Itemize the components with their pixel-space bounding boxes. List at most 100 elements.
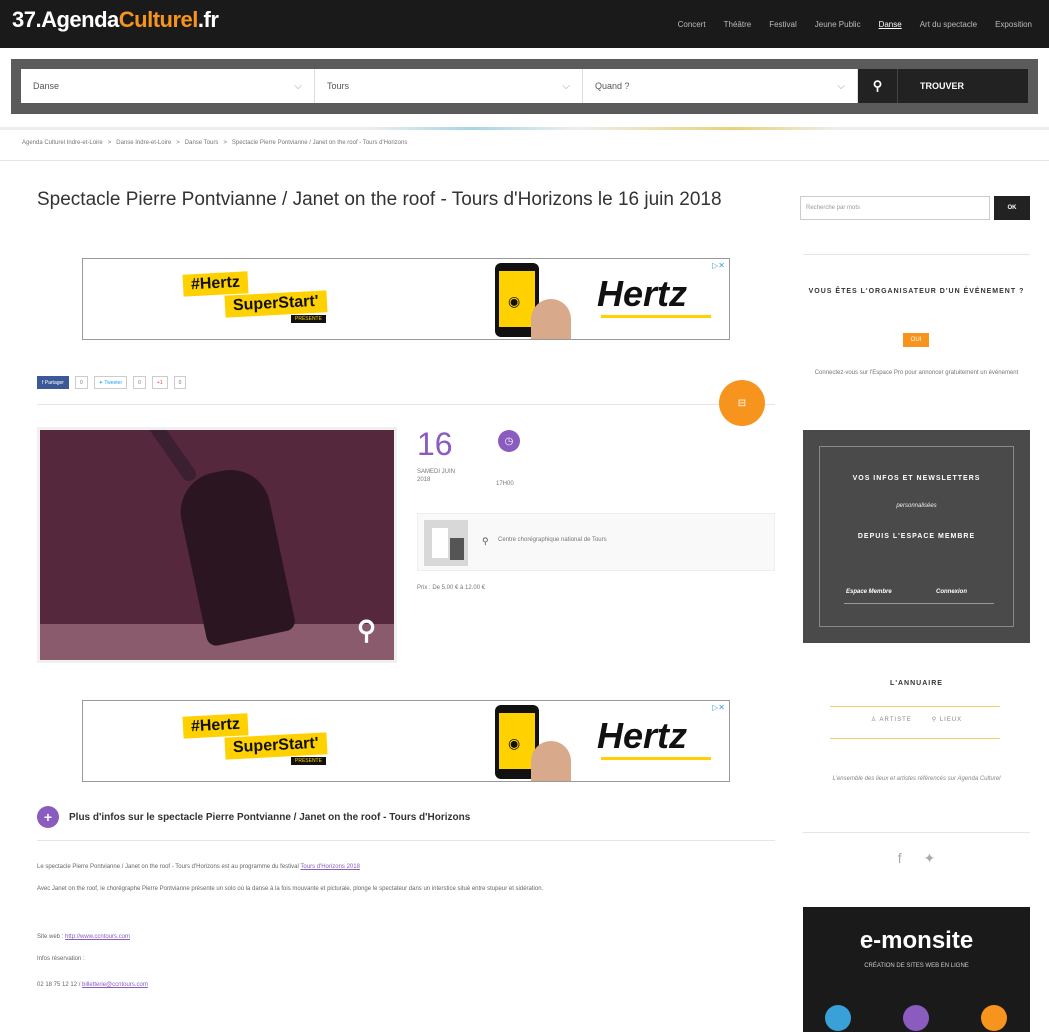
venues-link[interactable]: ⚲ LIEUX xyxy=(932,716,962,723)
divider xyxy=(0,160,1049,161)
divider xyxy=(830,738,1000,739)
emonsite-logo: e-monsite xyxy=(859,927,974,954)
reservation-label: Infos réservation : xyxy=(37,956,85,962)
page-title: Spectacle Pierre Pontvianne / Janet on t… xyxy=(37,189,722,210)
event-photo[interactable]: ⚲ xyxy=(37,427,397,663)
gplus-share-button[interactable]: +1 xyxy=(151,376,168,389)
ad-tag: PRÉSENTE xyxy=(291,757,326,765)
ad-brand: Hertz xyxy=(597,715,688,756)
event-price: Prix : De 5.00 € à 12.00 € xyxy=(417,585,486,591)
breadcrumb-item[interactable]: Danse Tours xyxy=(185,140,219,146)
venue-card[interactable]: ⚲ Centre chorégraphique national de Tour… xyxy=(417,513,775,571)
wifi-icon: ◉ xyxy=(508,293,521,309)
search-form: Danse ⌵ Tours ⌵ Quand ? ⌵ ⚲ TROUVER xyxy=(11,59,1038,114)
emonsite-ad[interactable]: e-monsite CRÉATION DE SITES WEB EN LIGNE xyxy=(803,907,1030,1032)
directory-text: L'ensemble des lieux et artistes référen… xyxy=(832,776,1001,782)
ad-banner-top[interactable]: #Hertz SuperStart' PRÉSENTE ◉ Hertz ▷✕ xyxy=(82,258,730,340)
emonsite-icon xyxy=(903,1005,929,1031)
find-button-label: TROUVER xyxy=(920,81,965,91)
category-value: Danse xyxy=(33,81,60,91)
breadcrumb-current: Spectacle Pierre Pontvianne / Janet on t… xyxy=(231,140,408,146)
sidebar-search-button[interactable]: OK xyxy=(994,196,1030,220)
twitter-share-button[interactable]: ✦ Tweeter xyxy=(93,376,128,389)
reservation-email-link[interactable]: billetterie@ccntours.com xyxy=(82,982,148,988)
facebook-count: 0 xyxy=(74,376,88,389)
login-link[interactable]: Connexion xyxy=(936,589,967,595)
divider xyxy=(803,832,1030,833)
event-time: 17H00 xyxy=(496,481,514,487)
facebook-icon[interactable]: f xyxy=(898,850,902,867)
description-paragraph: Le spectacle Pierre Pontvianne / Janet o… xyxy=(37,864,360,870)
divider xyxy=(37,404,775,405)
main-nav: Concert Théâtre Festival Jeune Public Da… xyxy=(669,0,1041,48)
find-button[interactable]: ⚲ TROUVER xyxy=(858,69,1028,103)
plus-icon: + xyxy=(37,806,59,828)
hand-image xyxy=(531,741,571,781)
organizer-text: Connectez-vous sur l'Espace Pro pour ann… xyxy=(814,370,1019,376)
divider xyxy=(37,840,775,841)
divider xyxy=(830,706,1000,707)
event-day: 16 xyxy=(417,426,453,462)
ad-text: #Hertz xyxy=(182,271,249,297)
twitter-icon[interactable]: ✦ xyxy=(924,850,936,867)
emonsite-icon xyxy=(825,1005,851,1031)
breadcrumb-item[interactable]: Danse Indre-et-Loire xyxy=(116,140,171,146)
breadcrumb: Agenda Culturel Indre-et-Loire > Danse Ind… xyxy=(22,140,408,146)
artists-link[interactable]: ♙ ARTISTE xyxy=(871,716,912,723)
search-icon: ⚲ xyxy=(858,69,898,103)
twitter-count: 0 xyxy=(133,376,146,389)
when-select[interactable]: Quand ? ⌵ xyxy=(583,69,858,103)
ad-text: SuperStart' xyxy=(224,290,328,318)
nav-exposition[interactable]: Exposition xyxy=(986,20,1041,29)
venue-name[interactable]: Centre chorégraphique national de Tours xyxy=(498,537,607,543)
person-icon: ♙ xyxy=(870,717,880,723)
venue-thumbnail xyxy=(424,520,468,566)
site-logo[interactable]: 37.AgendaCulturel.fr xyxy=(12,7,219,33)
nav-festival[interactable]: Festival xyxy=(760,20,806,29)
ad-text: #Hertz xyxy=(182,713,249,739)
organizer-title: VOUS ÊTES L'ORGANISATEUR D'UN ÉVÉNEMENT … xyxy=(808,288,1025,295)
description-paragraph: Avec Janet on the roof, le chorégraphe P… xyxy=(37,886,544,892)
ad-banner-bottom[interactable]: #Hertz SuperStart' PRÉSENTE ◉ Hertz ▷✕ xyxy=(82,700,730,782)
ad-brand: Hertz xyxy=(597,273,688,314)
member-space-link[interactable]: Espace Membre xyxy=(846,589,892,595)
nav-concert[interactable]: Concert xyxy=(669,20,715,29)
city-value: Tours xyxy=(327,81,350,91)
promo-line: DEPUIS L'ESPACE MEMBRE xyxy=(857,533,976,540)
website-line: Site web : http://www.ccntours.com xyxy=(37,934,131,940)
reservation-line: 02 18 75 12 12 / billetterie@ccntours.co… xyxy=(37,982,148,988)
social-share-bar: f Partager 0 ✦ Tweeter 0 +1 0 xyxy=(37,376,187,389)
sidebar-search-input[interactable]: Recherche par mots xyxy=(800,196,990,220)
location-pin-icon: ⚲ xyxy=(931,717,940,723)
location-pin-icon: ⚲ xyxy=(482,536,489,546)
nav-jeune-public[interactable]: Jeune Public xyxy=(806,20,870,29)
ad-tag: PRÉSENTE xyxy=(291,315,326,323)
zoom-icon[interactable]: ⚲ xyxy=(357,615,376,646)
facebook-share-button[interactable]: f Partager xyxy=(37,376,69,389)
festival-link[interactable]: Tours d'Horizons 2018 xyxy=(300,864,360,870)
color-divider xyxy=(0,127,1049,130)
organizer-yes-button[interactable]: OUI xyxy=(903,333,929,347)
ad-text: SuperStart' xyxy=(224,732,328,760)
website-link[interactable]: http://www.ccntours.com xyxy=(65,934,130,940)
more-info-header: + Plus d'infos sur le spectacle Pierre P… xyxy=(37,806,470,828)
nav-danse[interactable]: Danse xyxy=(870,20,911,29)
search-band: Danse ⌵ Tours ⌵ Quand ? ⌵ ⚲ TROUVER xyxy=(0,48,1049,128)
clock-icon: ◷ xyxy=(498,430,520,452)
wifi-icon: ◉ xyxy=(508,735,521,751)
gplus-count: 0 xyxy=(173,376,187,389)
more-info-title: Plus d'infos sur le spectacle Pierre Pon… xyxy=(69,811,471,823)
breadcrumb-item[interactable]: Agenda Culturel Indre-et-Loire xyxy=(22,140,103,146)
adchoices-icon[interactable]: ▷✕ xyxy=(712,261,725,270)
nav-theatre[interactable]: Théâtre xyxy=(715,20,761,29)
directory-links: ♙ ARTISTE ⚲ LIEUX xyxy=(803,716,1030,723)
emonsite-icon xyxy=(981,1005,1007,1031)
adchoices-icon[interactable]: ▷✕ xyxy=(712,703,725,712)
category-select[interactable]: Danse ⌵ xyxy=(21,69,315,103)
chevron-down-icon: ⌵ xyxy=(837,80,845,92)
add-to-calendar-icon[interactable]: ⊟ xyxy=(719,380,765,426)
hand-image xyxy=(531,299,571,339)
emonsite-tagline: CRÉATION DE SITES WEB EN LIGNE xyxy=(864,963,969,969)
nav-art-du-spectacle[interactable]: Art du spectacle xyxy=(911,20,986,29)
city-select[interactable]: Tours ⌵ xyxy=(315,69,583,103)
